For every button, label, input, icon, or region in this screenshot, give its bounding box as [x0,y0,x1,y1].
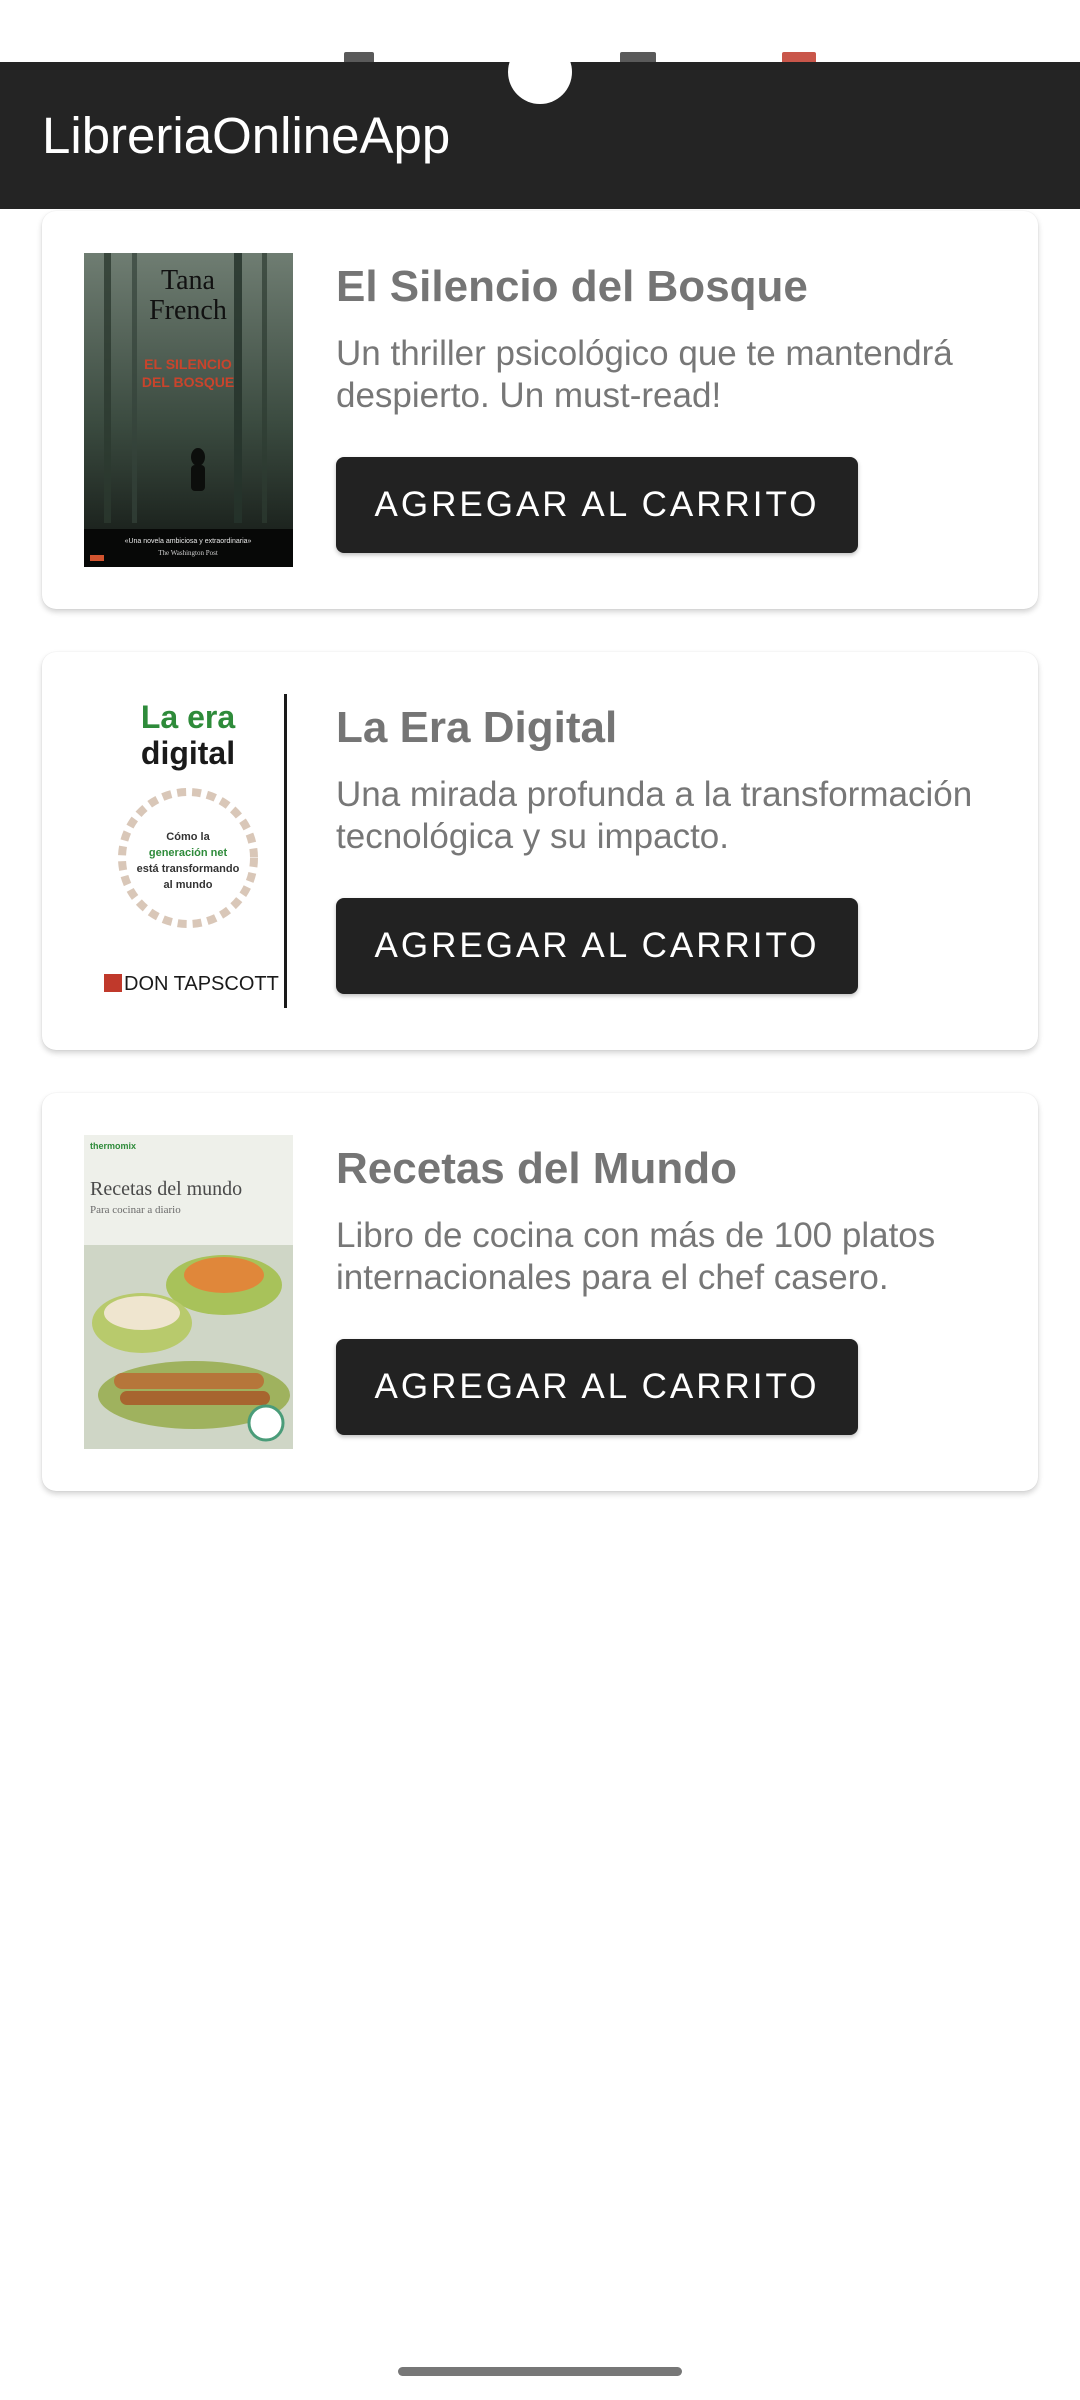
svg-text:DON TAPSCOTT: DON TAPSCOTT [124,973,279,995]
svg-text:digital: digital [141,735,235,771]
book-description: Libro de cocina con más de 100 platos in… [336,1216,936,1297]
svg-text:French: French [149,295,227,326]
svg-text:Cómo la: Cómo la [166,831,210,843]
svg-text:Recetas del mundo: Recetas del mundo [90,1178,242,1200]
svg-text:Tana: Tana [161,265,216,296]
svg-text:al mundo: al mundo [164,879,213,891]
svg-text:«Una novela ambiciosa y extrao: «Una novela ambiciosa y extraordinaria» [125,538,252,545]
add-to-cart-button[interactable]: AGREGAR AL CARRITO [336,457,858,553]
book-title: Recetas del Mundo [336,1144,737,1193]
add-to-cart-button[interactable]: AGREGAR AL CARRITO [336,898,858,994]
svg-text:The Washington Post: The Washington Post [158,549,218,557]
book-card: thermomix Recetas del mundo Para cocinar… [42,1093,1038,1491]
svg-text:DEL BOSQUE: DEL BOSQUE [142,374,234,390]
book-description: Un thriller psicológico que te mantendrá… [336,334,953,415]
home-indicator[interactable] [398,2367,682,2376]
book-card: La era digital Cómo la generación net es… [42,652,1038,1050]
add-to-cart-button[interactable]: AGREGAR AL CARRITO [336,1339,858,1435]
svg-text:Para cocinar a diario: Para cocinar a diario [90,1204,181,1216]
svg-text:EL SILENCIO: EL SILENCIO [144,356,232,372]
book-title: La Era Digital [336,703,618,752]
book-description: Una mirada profunda a la transformación … [336,775,973,856]
book-cover-image: La era digital Cómo la generación net es… [84,694,293,1008]
app-title: LibreriaOnlineApp [42,107,451,164]
book-cover-image: Tana French EL SILENCIO DEL BOSQUE «Una … [84,253,293,567]
svg-text:generación net: generación net [149,847,228,859]
book-cover-image: thermomix Recetas del mundo Para cocinar… [84,1135,293,1449]
svg-text:thermomix: thermomix [90,1141,136,1151]
svg-text:La era: La era [141,699,235,735]
book-card: Tana French EL SILENCIO DEL BOSQUE «Una … [42,211,1038,609]
svg-text:está transformando: está transformando [137,863,240,875]
camera-cutout [508,40,572,104]
book-title: El Silencio del Bosque [336,262,808,311]
